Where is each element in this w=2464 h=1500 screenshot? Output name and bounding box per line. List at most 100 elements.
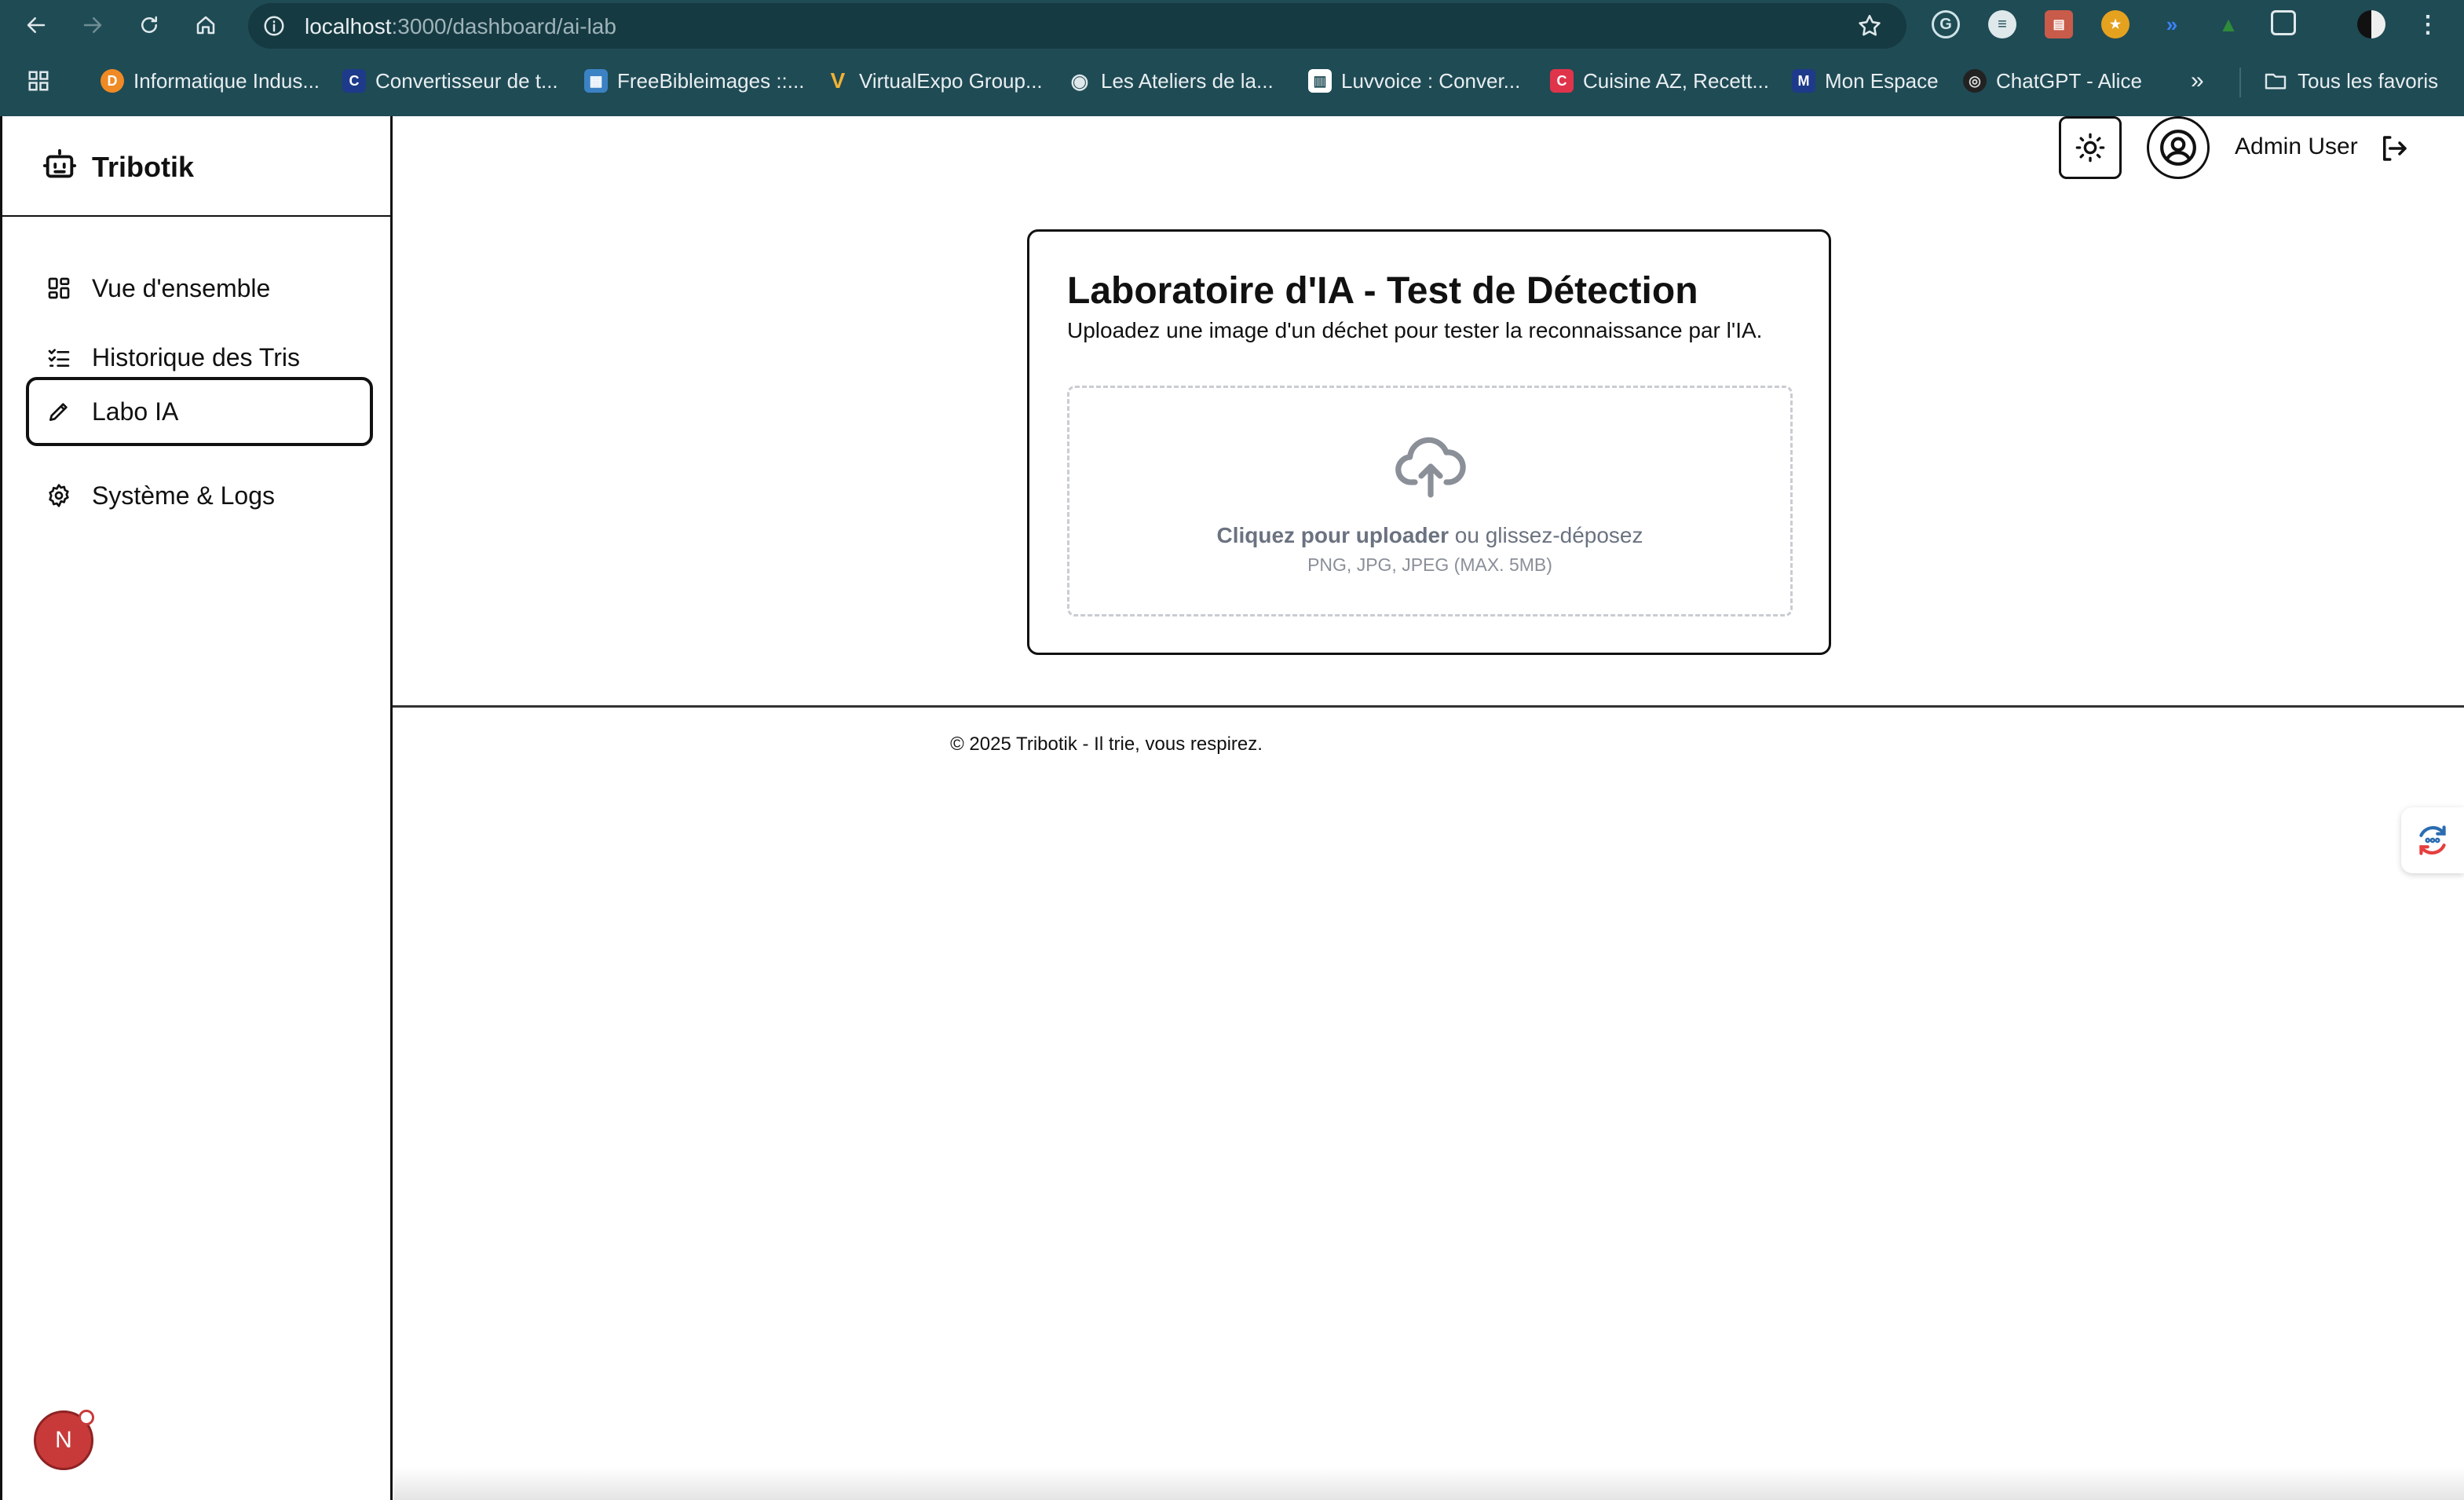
arrow-left-icon — [27, 17, 46, 33]
gear-icon — [49, 484, 69, 507]
sidebar-item-label: Vue d'ensemble — [92, 273, 271, 302]
user-circle-icon — [2160, 130, 2196, 166]
footer-divider — [393, 705, 2464, 708]
bookmark-favicon: ▦ — [584, 69, 608, 93]
bookmark-label: Convertisseur de t... — [375, 68, 558, 93]
grammarly-extension-icon[interactable]: G — [1932, 10, 1960, 38]
extension-printer-icon[interactable]: ▤ — [2045, 10, 2073, 38]
bookmark-favicon: D — [101, 69, 124, 93]
extension-tree-icon[interactable]: ▲ — [2214, 10, 2243, 38]
upload-cta-rest: ou glissez-déposez — [1449, 523, 1643, 547]
bookmark-item[interactable]: ▦ FreeBibleimages ::... — [584, 66, 804, 96]
app-root: Tribotik Vue d'ensemble Historique des T… — [0, 116, 2464, 1500]
bottom-shadow — [394, 1467, 2464, 1500]
home-button[interactable] — [190, 9, 221, 41]
page-subtitle: Uploadez une image d'un déchet pour test… — [1067, 318, 1763, 342]
bookmark-favicon: C — [1550, 69, 1574, 93]
ai-lab-card: Laboratoire d'IA - Test de Détection Upl… — [1027, 229, 1831, 655]
sun-icon — [2075, 133, 2105, 163]
reload-button[interactable] — [133, 9, 165, 41]
upload-cta: Cliquez pour uploader ou glissez-déposez — [1069, 523, 1790, 548]
user-avatar[interactable] — [2147, 116, 2210, 179]
apps-grid-icon — [28, 71, 49, 91]
sidebar-item-label: Système & Logs — [92, 481, 275, 510]
extension-circle-icon[interactable]: ≡ — [1988, 10, 2016, 38]
extensions-puzzle-icon[interactable] — [2271, 10, 2296, 35]
theme-toggle-button[interactable] — [2059, 116, 2122, 179]
bookmark-label: FreeBibleimages ::... — [617, 68, 805, 93]
bookmark-item[interactable]: ▥ Luvvoice : Conver... — [1308, 66, 1520, 96]
cloud-upload-icon — [1395, 437, 1466, 498]
nextjs-dev-avatar[interactable]: N — [34, 1410, 94, 1470]
browser-chrome: localhost:3000/dashboard/ai-lab G ≡ ▤ ★ … — [0, 0, 2464, 116]
sidebar-item-label: Labo IA — [92, 397, 179, 426]
home-icon — [196, 16, 215, 35]
bookmark-label: ChatGPT - Alice — [1996, 68, 2142, 93]
robot-logo-icon — [42, 148, 77, 178]
bookmark-favicon: ◉ — [1070, 68, 1089, 93]
upload-formats: PNG, JPG, JPEG (MAX. 5MB) — [1307, 554, 1552, 575]
image-upload-dropzone[interactable]: Cliquez pour uploader ou glissez-déposez… — [1067, 386, 1793, 616]
bookmark-label: Cuisine AZ, Recett... — [1583, 68, 1769, 93]
floating-chat-widget[interactable] — [2401, 807, 2464, 873]
all-bookmarks-folder[interactable]: Tous les favoris — [2263, 66, 2438, 96]
bookmark-item[interactable]: V VirtualExpo Group... — [826, 66, 1043, 96]
bookmark-favicon: M — [1792, 69, 1815, 93]
extension-medal-icon[interactable]: ★ — [2101, 10, 2129, 38]
browser-menu-icon[interactable]: ⋮ — [2414, 10, 2442, 38]
bookmark-label: Mon Espace — [1825, 68, 1939, 93]
bookmark-favicon: ◎ — [1963, 69, 1987, 93]
brand-header[interactable]: Tribotik — [2, 116, 393, 217]
url-text[interactable]: localhost:3000/dashboard/ai-lab — [305, 14, 616, 39]
avatar-letter: N — [55, 1427, 72, 1453]
logout-icon[interactable] — [2378, 132, 2411, 165]
bookmark-label: VirtualExpo Group... — [859, 68, 1043, 93]
bookmark-label: Informatique Indus... — [133, 68, 320, 93]
bookmark-label: Les Ateliers de la... — [1101, 68, 1274, 93]
bookmark-favicon: ▥ — [1308, 69, 1332, 93]
extension-sound-icon[interactable]: » — [2158, 10, 2186, 38]
pencil-icon — [49, 403, 68, 421]
bookmark-item[interactable]: C Cuisine AZ, Recett... — [1550, 66, 1769, 96]
browser-toolbar: localhost:3000/dashboard/ai-lab G ≡ ▤ ★ … — [0, 0, 2464, 50]
bookmark-favicon: C — [342, 69, 366, 93]
chat-refresh-icon — [2419, 825, 2446, 855]
bookmark-item[interactable]: M Mon Espace — [1792, 66, 1939, 96]
profile-avatar-icon[interactable] — [2357, 10, 2385, 38]
list-check-icon — [48, 349, 70, 367]
user-name: Admin User — [2235, 134, 2358, 159]
bookmark-item[interactable]: ◎ ChatGPT - Alice — [1963, 66, 2142, 96]
footer-text: © 2025 Tribotik - Il trie, vous respirez… — [950, 734, 1263, 755]
notification-dot — [79, 1410, 94, 1425]
address-bar[interactable]: localhost:3000/dashboard/ai-lab — [248, 3, 1906, 49]
url-path: :3000/dashboard/ai-lab — [391, 14, 616, 38]
sidebar: Tribotik Vue d'ensemble Historique des T… — [0, 116, 393, 1500]
bookmark-item[interactable]: C Convertisseur de t... — [342, 66, 558, 96]
bookmarks-bar: D Informatique Indus... C Convertisseur de… — [0, 60, 2464, 104]
folder-icon — [2265, 73, 2287, 90]
bookmarks-divider — [2239, 68, 2241, 97]
all-bookmarks-label: Tous les favoris — [2298, 68, 2439, 93]
arrow-right-icon — [83, 17, 102, 33]
apps-button[interactable] — [27, 66, 50, 96]
sidebar-item-label: Historique des Tris — [92, 342, 300, 371]
sidebar-item-ai-lab[interactable]: Labo IA — [26, 377, 373, 446]
brand-name: Tribotik — [92, 151, 195, 183]
bookmark-favicon: V — [830, 68, 846, 93]
forward-button[interactable] — [77, 9, 108, 41]
page-title: Laboratoire d'IA - Test de Détection — [1067, 270, 1698, 312]
bookmark-item[interactable]: D Informatique Indus... — [101, 66, 320, 96]
more-bookmarks-chevron-icon[interactable]: » — [2191, 66, 2204, 96]
back-button[interactable] — [20, 9, 52, 41]
upload-cta-bold[interactable]: Cliquez pour uploader — [1216, 523, 1449, 547]
bookmark-label: Luvvoice : Conver... — [1341, 68, 1521, 93]
sidebar-item-system-logs[interactable]: Système & Logs — [26, 462, 373, 529]
info-icon[interactable] — [262, 14, 286, 38]
sidebar-item-overview[interactable]: Vue d'ensemble — [26, 254, 373, 322]
reload-icon — [141, 16, 157, 33]
main-content: Admin User Laboratoire d'IA - Test de Dé… — [393, 116, 2464, 1500]
url-host: localhost — [305, 14, 392, 38]
bookmark-item[interactable]: ◉ Les Ateliers de la... — [1068, 66, 1274, 96]
bookmark-star-icon[interactable] — [1856, 13, 1883, 39]
grid-icon — [48, 277, 70, 299]
